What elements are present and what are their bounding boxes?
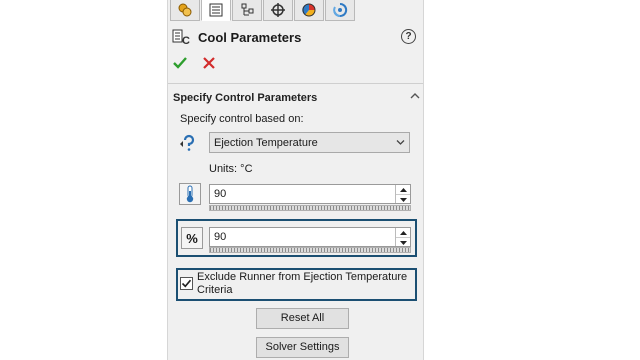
svg-text:C: C <box>182 35 190 46</box>
checkmark-icon <box>181 279 192 288</box>
solver-settings-button[interactable]: Solver Settings <box>256 337 349 358</box>
control-based-on-select[interactable]: Ejection Temperature <box>209 132 410 153</box>
help-icon[interactable]: ? <box>401 29 416 44</box>
temperature-slider[interactable] <box>209 205 411 211</box>
dimxpert-icon <box>271 3 285 17</box>
tab-property-manager[interactable] <box>201 0 231 21</box>
property-manager-panel: C Cool Parameters ? Specify Control Para… <box>167 0 424 360</box>
temperature-stepper[interactable] <box>395 185 410 203</box>
temperature-icon-button <box>179 183 201 205</box>
tab-simulation[interactable] <box>325 0 355 21</box>
reset-all-button[interactable]: Reset All <box>256 308 349 329</box>
display-manager-icon <box>302 3 316 17</box>
percent-spinbox[interactable]: 90 <box>209 227 411 247</box>
tab-display-manager[interactable] <box>294 0 324 21</box>
page-title: Cool Parameters <box>198 30 302 45</box>
cancel-x-icon[interactable] <box>202 56 216 70</box>
percent-icon-button: % <box>181 227 203 249</box>
property-manager-icon <box>209 3 223 17</box>
chevron-down-icon <box>396 140 405 145</box>
spin-down-icon[interactable] <box>396 238 410 247</box>
units-label: Units: °C <box>209 163 253 175</box>
temperature-spinbox[interactable]: 90 <box>209 184 411 204</box>
spin-down-icon[interactable] <box>396 195 410 204</box>
control-based-on-label: Specify control based on: <box>180 113 304 125</box>
control-based-on-value: Ejection Temperature <box>214 137 318 149</box>
tab-feature-manager[interactable] <box>170 0 200 21</box>
thermometer-icon <box>186 185 194 203</box>
manager-tab-bar <box>168 0 423 22</box>
tab-dimxpert[interactable] <box>263 0 293 21</box>
percent-slider[interactable] <box>209 247 411 253</box>
tab-configuration-manager[interactable] <box>232 0 262 21</box>
chevron-up-icon[interactable] <box>410 92 420 100</box>
percent-value: 90 <box>214 231 227 243</box>
exclude-runner-label: Exclude Runner from Ejection Temperature… <box>197 271 408 296</box>
temperature-value: 90 <box>214 188 227 200</box>
property-header: C Cool Parameters ? <box>168 22 423 84</box>
spin-up-icon[interactable] <box>396 228 410 238</box>
control-basis-icon <box>180 134 195 151</box>
percent-stepper[interactable] <box>395 228 410 246</box>
cool-parameters-icon: C <box>172 29 190 46</box>
simulation-icon <box>333 2 348 17</box>
ok-check-icon[interactable] <box>172 55 188 71</box>
exclude-runner-checkbox[interactable] <box>180 277 193 290</box>
configuration-manager-icon <box>241 3 254 16</box>
group-title: Specify Control Parameters <box>173 92 318 104</box>
spin-up-icon[interactable] <box>396 185 410 195</box>
feature-manager-icon <box>178 3 192 17</box>
